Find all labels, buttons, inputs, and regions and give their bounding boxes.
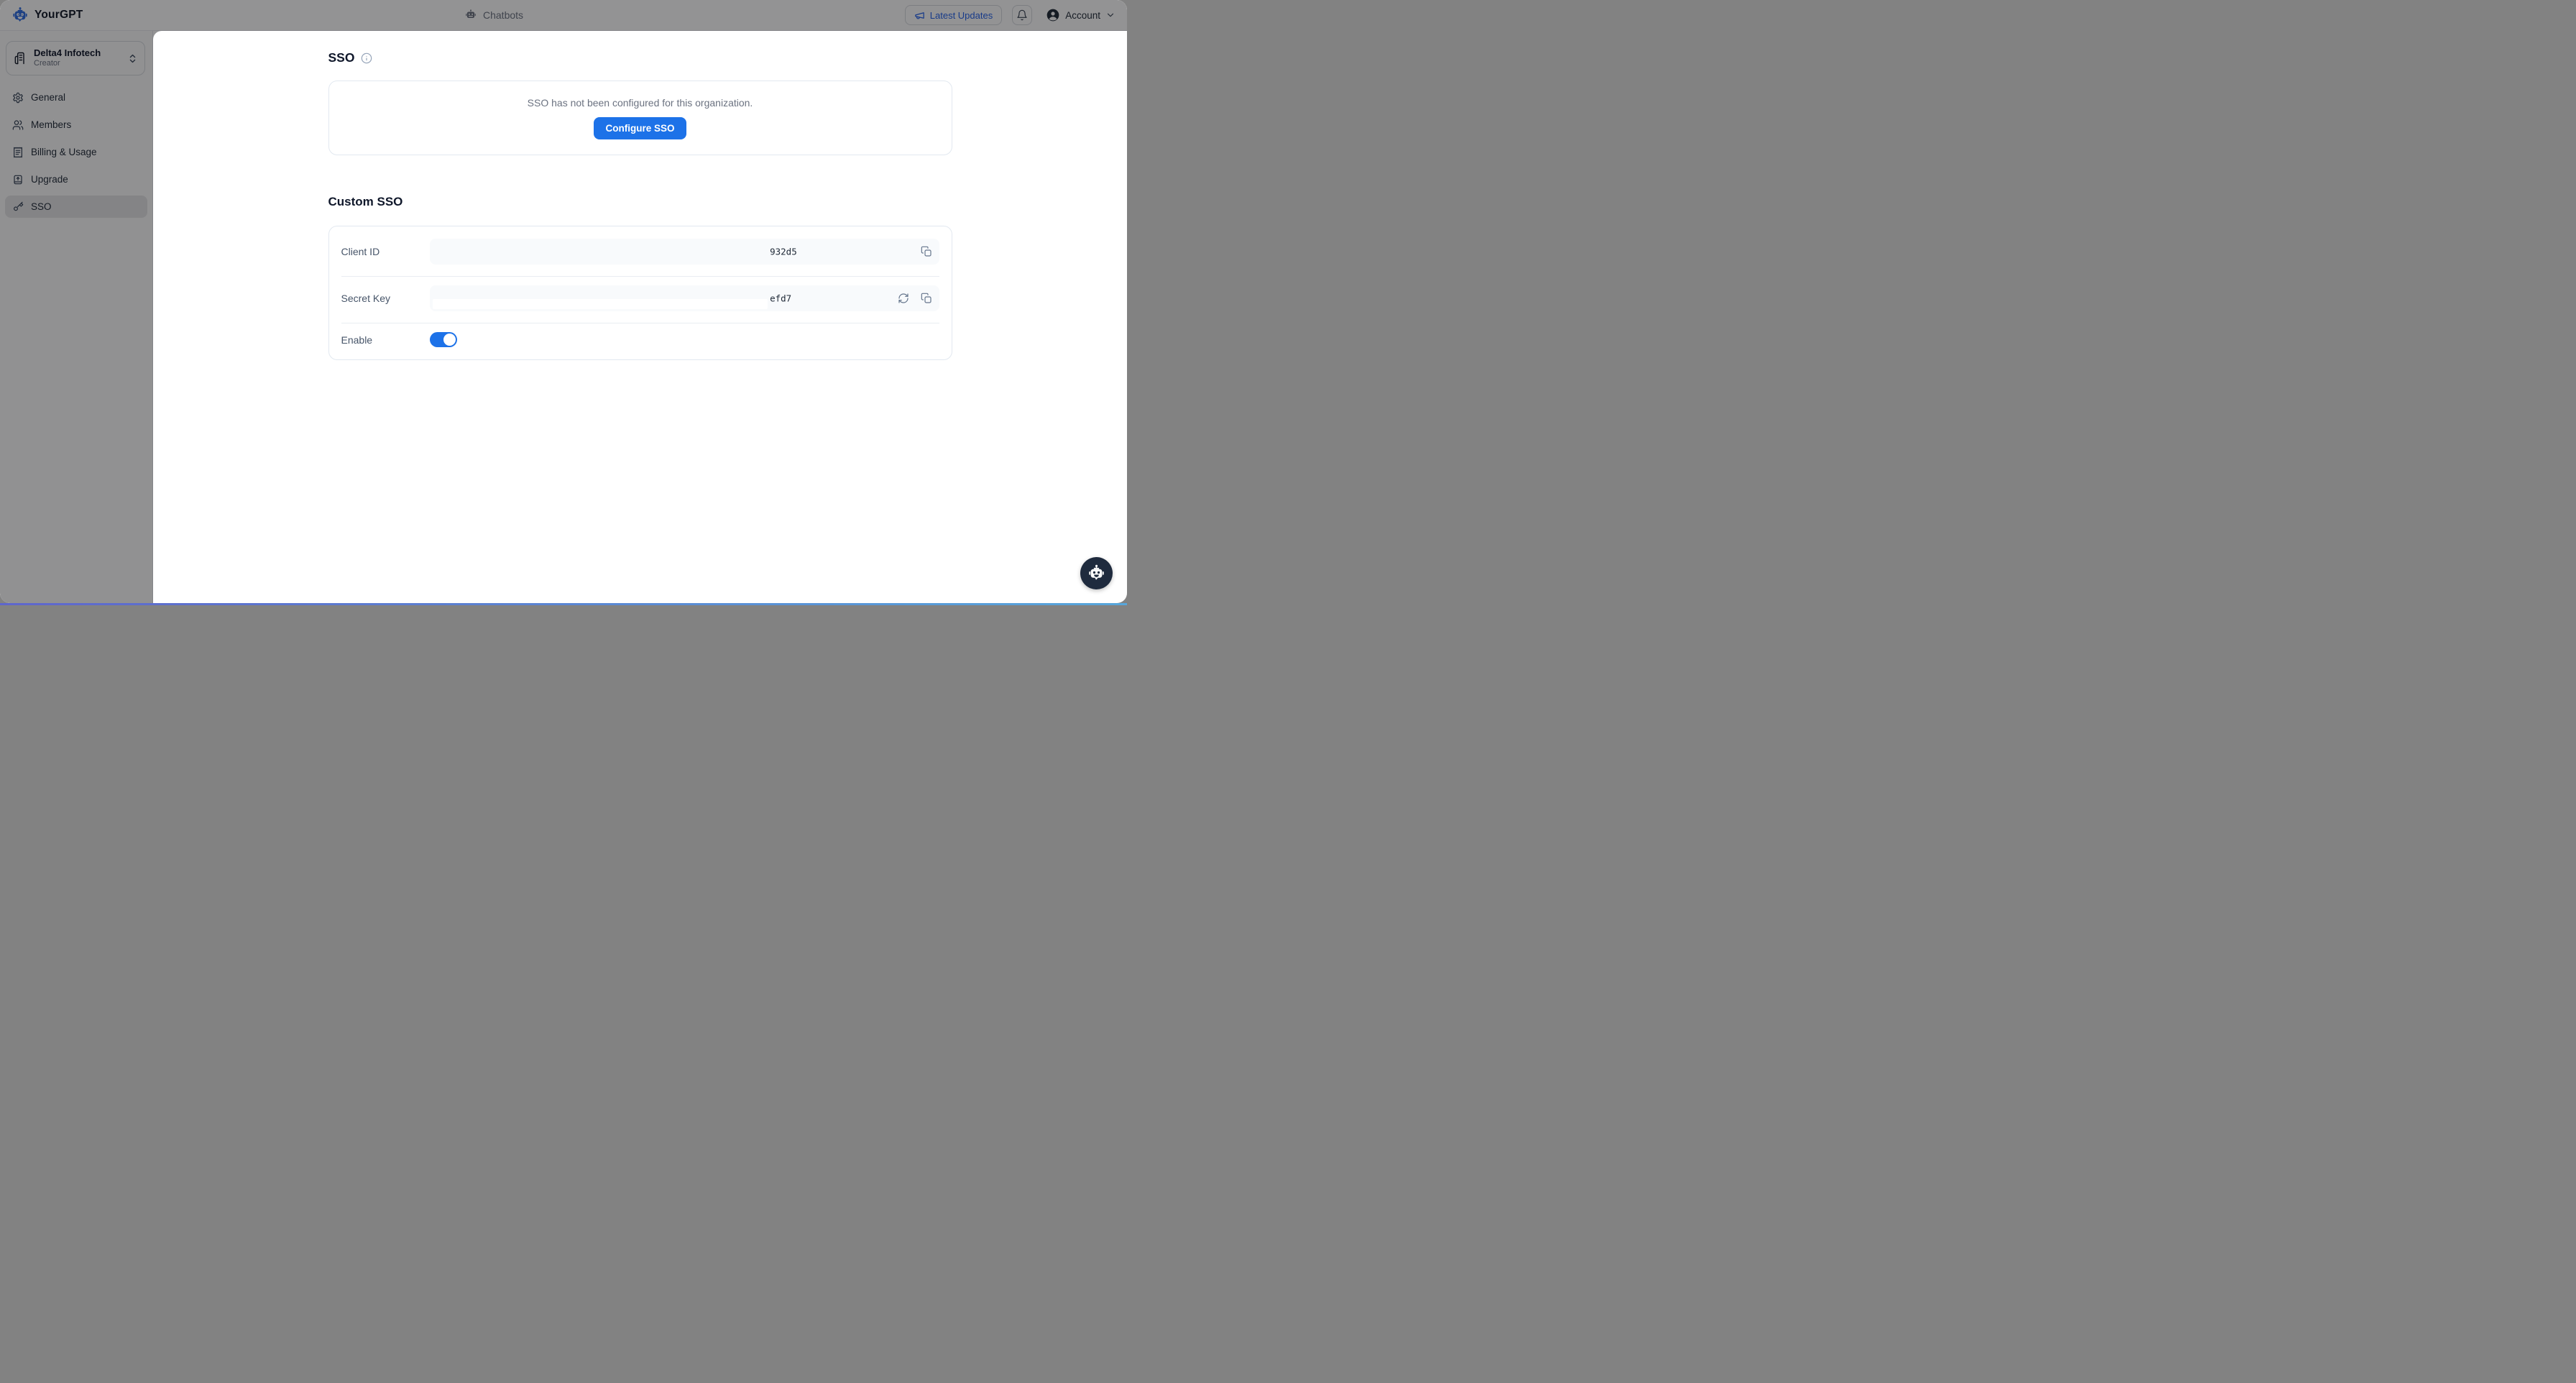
- enable-row: Enable: [329, 332, 952, 347]
- client-id-label: Client ID: [341, 246, 380, 257]
- sso-empty-card: SSO has not been configured for this org…: [328, 81, 952, 155]
- copy-secret-key-button[interactable]: [919, 291, 934, 305]
- custom-sso-card: Client ID 932d5 Secret Key efd7 Enable: [328, 226, 952, 360]
- client-id-row: Client ID 932d5: [329, 239, 952, 265]
- custom-sso-title: Custom SSO: [328, 195, 403, 208]
- toggle-knob: [443, 334, 456, 346]
- secret-key-value: efd7: [770, 293, 792, 304]
- app-window: YourGPT Chatbots Latest Updates Account …: [0, 0, 1127, 603]
- enable-toggle[interactable]: [429, 332, 457, 347]
- configure-sso-button[interactable]: Configure SSO: [594, 116, 686, 139]
- refresh-icon: [898, 293, 908, 303]
- client-id-value: 932d5: [770, 246, 797, 257]
- enable-label: Enable: [341, 334, 373, 346]
- copy-icon: [921, 246, 932, 257]
- secret-key-row: Secret Key efd7: [329, 285, 952, 311]
- sso-settings-panel: SSO SSO has not been configured for this…: [153, 31, 1127, 603]
- chat-launcher-button[interactable]: [1080, 557, 1113, 589]
- robot-widget-icon: [1087, 564, 1106, 583]
- secret-key-label: Secret Key: [341, 293, 390, 304]
- client-id-field[interactable]: 932d5: [429, 239, 939, 265]
- copy-client-id-button[interactable]: [919, 244, 934, 259]
- copy-icon: [921, 293, 932, 303]
- secret-key-field[interactable]: efd7: [429, 285, 939, 311]
- regenerate-secret-button[interactable]: [896, 291, 911, 305]
- redacted-value-mask: [432, 299, 768, 309]
- row-divider: [341, 276, 939, 277]
- info-circle-icon[interactable]: [361, 52, 372, 64]
- sso-empty-message: SSO has not been configured for this org…: [527, 96, 753, 109]
- desktop-edge: [0, 603, 1127, 605]
- page-title: SSO: [328, 50, 355, 65]
